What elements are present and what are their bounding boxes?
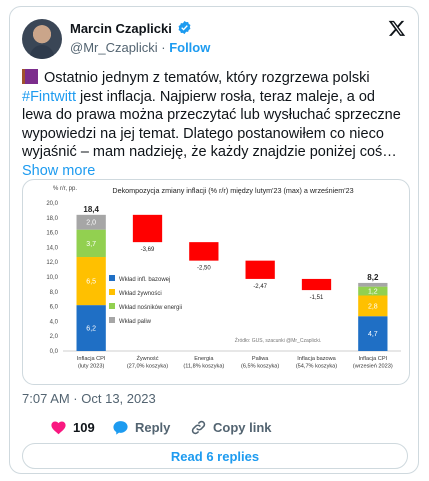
tweet-text: Ostatnio jednym z tematów, który rozgrze… [22, 69, 408, 180]
copy-link-label: Copy link [213, 419, 272, 435]
legend-label: Wkład infl. bazowej [119, 277, 170, 283]
y-tick-label: 2,0 [50, 334, 59, 340]
decrease-bar [245, 260, 275, 279]
y-tick-label: 20,0 [46, 201, 58, 207]
y-tick-label: 0,0 [50, 349, 59, 355]
start-total-label: 18,4 [83, 205, 99, 214]
show-more-link[interactable]: Show more [22, 163, 95, 179]
author-name[interactable]: Marcin Czaplicki [70, 21, 172, 36]
hashtag-link[interactable]: #Fintwitt [22, 89, 76, 105]
reply-button[interactable]: Reply [112, 416, 170, 438]
change-label: -3,69 [141, 247, 155, 253]
y-tick-label: 14,0 [46, 245, 58, 251]
segment-label: 1,2 [368, 289, 378, 296]
y-tick-label: 8,0 [50, 290, 59, 296]
legend-swatch [109, 317, 115, 323]
legend-swatch [109, 303, 115, 309]
reply-label: Reply [135, 419, 171, 435]
y-tick-label: 12,0 [46, 260, 58, 266]
segment-label: 3,7 [86, 241, 96, 248]
action-bar: 109 Reply Copy link [22, 416, 408, 438]
like-button[interactable]: 109 [50, 416, 95, 438]
chart-title: Dekompozycja zmiany inflacji (% r/r) mię… [112, 186, 353, 195]
tweet-text-part1: Ostatnio jednym z tematów, który rozgrze… [44, 70, 370, 86]
category-label: (11,8% koszyka) [183, 364, 224, 370]
copy-link-button[interactable]: Copy link [190, 416, 272, 438]
category-label: Energia [194, 356, 214, 362]
legend-label: Wkład nośników energii [119, 305, 182, 311]
legend-swatch [109, 289, 115, 295]
inflation-waterfall-chart: Dekompozycja zmiany inflacji (% r/r) mię… [46, 186, 401, 370]
handle-row: @Mr_Czaplicki · Follow [70, 40, 211, 55]
like-count: 109 [73, 419, 95, 435]
change-label: -2,50 [197, 266, 211, 272]
category-label: Inflacja CPI [359, 356, 388, 362]
y-tick-label: 4,0 [50, 319, 59, 325]
change-label: -2,47 [253, 284, 267, 290]
category-label: (54,7% koszyka) [296, 364, 337, 370]
timestamp[interactable]: 7:07 AM · Oct 13, 2023 [22, 391, 156, 406]
legend-label: Wkład żywności [119, 291, 162, 297]
y-tick-label: 18,0 [46, 216, 58, 222]
stack-segment [358, 282, 388, 287]
tweet-text-part2: jest inflacja. Najpierw rosła, teraz mal… [22, 88, 401, 161]
read-replies-button[interactable]: Read 6 replies [22, 443, 408, 469]
author-handle[interactable]: @Mr_Czaplicki [70, 40, 158, 55]
y-tick-label: 10,0 [46, 275, 58, 281]
category-label: Żywność [136, 355, 158, 362]
legend-swatch [109, 275, 115, 281]
category-label: (luty 2023) [78, 364, 105, 370]
category-label: (6,5% koszyka) [241, 364, 279, 370]
y-tick-label: 6,0 [50, 305, 59, 311]
category-label: Paliwa [252, 356, 269, 362]
segment-label: 2,8 [368, 303, 378, 310]
segment-label: 6,5 [86, 279, 96, 286]
category-label: Inflacja CPI [77, 356, 106, 362]
chart-ylabel: % r/r, pp. [53, 186, 77, 192]
category-label: (27,0% koszyka) [127, 364, 168, 370]
heart-icon [51, 421, 66, 434]
segment-label: 4,7 [368, 331, 378, 338]
segment-label: 2,0 [86, 220, 96, 227]
legend-label: Wkład paliw [119, 319, 152, 325]
follow-button[interactable]: Follow [169, 40, 210, 55]
x-logo-icon[interactable] [388, 19, 406, 37]
reply-bubble-icon [113, 420, 128, 435]
chart-source: Źródło: GUS, szacunki @Mr_Czaplicki. [235, 337, 322, 344]
verified-badge-icon [178, 20, 191, 35]
end-total-label: 8,2 [367, 273, 379, 282]
y-tick-label: 16,0 [46, 231, 58, 237]
tweet-card: Marcin Czaplicki @Mr_Czaplicki · Follow … [9, 6, 419, 474]
tweet-media-chart[interactable]: Dekompozycja zmiany inflacji (% r/r) mię… [22, 179, 410, 385]
decrease-bar [301, 278, 332, 291]
segment-label: 6,2 [86, 326, 96, 333]
link-icon [191, 420, 206, 434]
category-label: (wrzesień 2023) [353, 364, 393, 370]
decrease-bar [189, 242, 219, 261]
category-label: Inflacja bazowa [297, 356, 336, 362]
avatar[interactable] [22, 19, 62, 59]
books-icon [22, 69, 38, 84]
decrease-bar [132, 214, 163, 243]
change-label: -1,51 [310, 295, 324, 301]
